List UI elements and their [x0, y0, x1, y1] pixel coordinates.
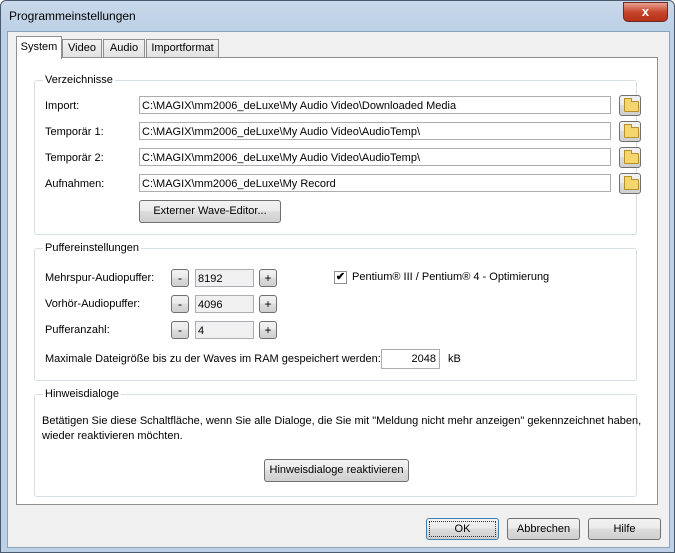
temp2-label: Temporär 2: — [45, 152, 104, 164]
tab-system[interactable]: System — [16, 36, 62, 59]
record-label: Aufnahmen: — [45, 178, 105, 190]
checkmark-icon: ✔ — [335, 271, 346, 283]
hinweis-text-line2: wieder reaktivieren möchten. — [42, 430, 183, 442]
pentium-optimization-label: Pentium® III / Pentium® 4 - Optimierung — [352, 271, 550, 283]
import-browse-button[interactable] — [619, 95, 641, 116]
group-puffer: Puffereinstellungen Mehrspur-Audiopuffer… — [34, 242, 637, 381]
pufferanzahl-increment-button[interactable]: + — [259, 321, 277, 339]
close-button[interactable]: x — [623, 2, 668, 22]
tab-importformat[interactable]: Importformat — [146, 39, 219, 58]
cancel-button[interactable]: Abbrechen — [507, 518, 580, 540]
external-wave-editor-button[interactable]: Externer Wave-Editor... — [139, 200, 281, 223]
mehrspur-value[interactable]: 8192 — [195, 269, 254, 287]
tab-video[interactable]: Video — [62, 39, 102, 58]
folder-icon — [624, 98, 639, 112]
mehrspur-increment-button[interactable]: + — [259, 269, 277, 287]
vorhoer-label: Vorhör-Audiopuffer: — [45, 298, 141, 310]
group-legend-verzeichnisse: Verzeichnisse — [43, 74, 115, 86]
ok-button[interactable]: OK — [426, 518, 499, 540]
temp2-browse-button[interactable] — [619, 147, 641, 168]
dialog-window: Programmeinstellungen x System Video Aud… — [0, 0, 675, 553]
hinweis-text-line1: Betätigen Sie diese Schaltfläche, wenn S… — [42, 415, 642, 427]
reactivate-dialogs-button[interactable]: Hinweisdialoge reaktivieren — [264, 459, 409, 482]
window-title: Programmeinstellungen — [9, 9, 136, 23]
max-filesize-label: Maximale Dateigröße bis zu der Waves im … — [45, 353, 381, 365]
pufferanzahl-label: Pufferanzahl: — [45, 324, 110, 336]
pentium-optimization-checkbox[interactable]: ✔ — [334, 271, 347, 284]
group-legend-puffer: Puffereinstellungen — [43, 242, 141, 254]
pufferanzahl-decrement-button[interactable]: - — [171, 321, 189, 339]
temp1-label: Temporär 1: — [45, 126, 104, 138]
vorhoer-decrement-button[interactable]: - — [171, 295, 189, 313]
temp2-path-field[interactable]: C:\MAGIX\mm2006_deLuxe\My Audio Video\Au… — [139, 148, 611, 166]
record-browse-button[interactable] — [619, 173, 641, 194]
vorhoer-increment-button[interactable]: + — [259, 295, 277, 313]
pufferanzahl-value[interactable]: 4 — [195, 321, 254, 339]
mehrspur-label: Mehrspur-Audiopuffer: — [45, 272, 155, 284]
max-filesize-unit: kB — [448, 353, 461, 365]
tab-audio[interactable]: Audio — [103, 39, 145, 58]
folder-icon — [624, 150, 639, 164]
close-icon: x — [641, 4, 650, 19]
temp1-browse-button[interactable] — [619, 121, 641, 142]
group-verzeichnisse: Verzeichnisse Import: C:\MAGIX\mm2006_de… — [34, 74, 641, 235]
import-label: Import: — [45, 100, 80, 112]
group-legend-hinweis: Hinweisdialoge — [43, 388, 121, 400]
group-hinweis: Hinweisdialoge Betätigen Sie diese Schal… — [34, 388, 641, 497]
temp1-path-field[interactable]: C:\MAGIX\mm2006_deLuxe\My Audio Video\Au… — [139, 122, 611, 140]
folder-icon — [624, 124, 639, 138]
dialog-client: System Video Audio Importformat Verzeich… — [7, 31, 670, 548]
mehrspur-decrement-button[interactable]: - — [171, 269, 189, 287]
title-bar: Programmeinstellungen x — [1, 1, 674, 31]
folder-icon — [624, 176, 639, 190]
record-path-field[interactable]: C:\MAGIX\mm2006_deLuxe\My Record — [139, 174, 611, 192]
tab-panel-system: Verzeichnisse Import: C:\MAGIX\mm2006_de… — [16, 57, 658, 505]
import-path-field[interactable]: C:\MAGIX\mm2006_deLuxe\My Audio Video\Do… — [139, 96, 611, 114]
max-filesize-field[interactable]: 2048 — [381, 349, 440, 369]
vorhoer-value[interactable]: 4096 — [195, 295, 254, 313]
help-button[interactable]: Hilfe — [588, 518, 661, 540]
